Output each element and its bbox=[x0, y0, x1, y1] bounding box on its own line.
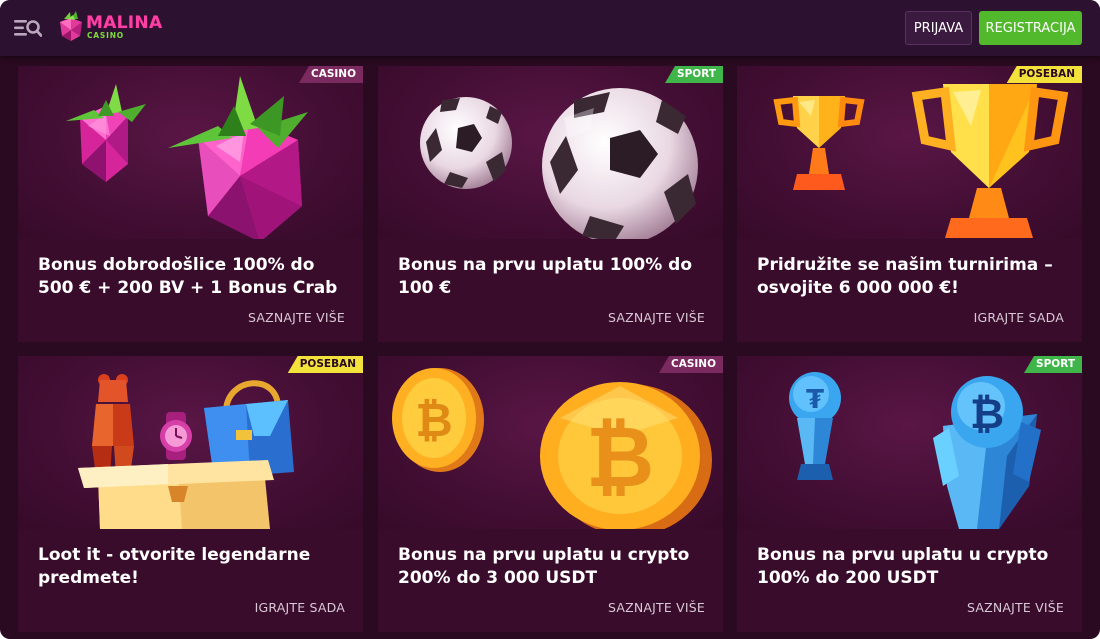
soccer-balls-art: SPORT bbox=[378, 66, 723, 239]
promo-title: Bonus na prvu uplatu u crypto 100% do 20… bbox=[757, 545, 1049, 588]
register-button[interactable]: REGISTRACIJA bbox=[979, 11, 1082, 45]
promo-title: Loot it - otvorite legendarne predmete! bbox=[38, 545, 311, 588]
crypto-trophies-art: ₮ ₿ SPORT bbox=[737, 356, 1082, 529]
category-badge: SPORT bbox=[1024, 356, 1082, 373]
category-badge: POSEBAN bbox=[1006, 66, 1082, 83]
category-badge: SPORT bbox=[665, 66, 723, 83]
category-badge: POSEBAN bbox=[287, 356, 363, 373]
login-button[interactable]: PRIJAVA bbox=[905, 11, 972, 45]
logo-subtitle: CASINO bbox=[87, 31, 124, 40]
category-badge: CASINO bbox=[298, 66, 363, 83]
promo-title: Bonus dobrodošlice 100% do 500 € + 200 B… bbox=[38, 255, 338, 298]
category-badge: CASINO bbox=[658, 356, 723, 373]
top-header: MALINA CASINO PRIJAVA REGISTRACIJA bbox=[0, 0, 1100, 56]
menu-search-icon[interactable] bbox=[14, 17, 43, 39]
malina-logo[interactable]: MALINA CASINO bbox=[56, 10, 166, 44]
learn-more-link[interactable]: SAZNAJTE VIŠE bbox=[967, 600, 1064, 615]
promo-card-welcome-bonus[interactable]: CASINO Bonus dobrodošlice 100% do 500 € … bbox=[18, 66, 363, 342]
play-now-link[interactable]: IGRAJTE SADA bbox=[255, 600, 345, 615]
play-now-link[interactable]: IGRAJTE SADA bbox=[974, 310, 1064, 325]
promo-title: Bonus na prvu uplatu 100% do 100 € bbox=[398, 255, 693, 298]
promo-card-crypto-sport[interactable]: ₮ ₿ SPORT Bonus na prvu uplatu u crypto … bbox=[737, 356, 1082, 632]
promo-card-sport-bonus[interactable]: SPORT Bonus na prvu uplatu 100% do 100 €… bbox=[378, 66, 723, 342]
promo-card-crypto-casino[interactable]: ₿ ₿ CASINO Bonus na prvu uplatu u crypto… bbox=[378, 356, 723, 632]
learn-more-link[interactable]: SAZNAJTE VIŠE bbox=[608, 310, 705, 325]
svg-text:₮: ₮ bbox=[806, 385, 824, 415]
trophies-art: POSEBAN bbox=[737, 66, 1082, 239]
learn-more-link[interactable]: SAZNAJTE VIŠE bbox=[248, 310, 345, 325]
raspberries-art: CASINO bbox=[18, 66, 363, 239]
bitcoin-coins-art: ₿ ₿ CASINO bbox=[378, 356, 723, 529]
loot-box-art: POSEBAN bbox=[18, 356, 363, 529]
learn-more-link[interactable]: SAZNAJTE VIŠE bbox=[608, 600, 705, 615]
promo-card-tournaments[interactable]: POSEBAN Pridružite se našim turnirima – … bbox=[737, 66, 1082, 342]
app-frame: MALINA CASINO PRIJAVA REGISTRACIJA CASIN… bbox=[0, 0, 1100, 639]
logo-name: MALINA bbox=[86, 13, 163, 33]
svg-text:₿: ₿ bbox=[970, 389, 1004, 438]
svg-text:₿: ₿ bbox=[415, 393, 453, 447]
promo-title: Bonus na prvu uplatu u crypto 200% do 3 … bbox=[398, 545, 690, 588]
svg-text:₿: ₿ bbox=[586, 408, 654, 506]
promo-title: Pridružite se našim turnirima – osvojite… bbox=[757, 255, 1053, 298]
promo-card-loot-it[interactable]: POSEBAN Loot it - otvorite legendarne pr… bbox=[18, 356, 363, 632]
